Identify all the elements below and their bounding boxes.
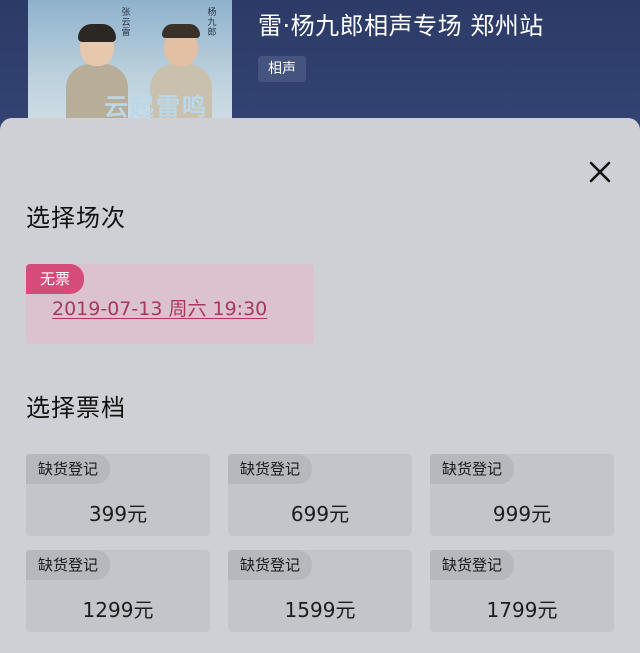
session-section-title: 选择场次 — [26, 204, 126, 232]
poster-logo: 云起雷鸣 — [104, 93, 208, 121]
tier-price: 1599元 — [284, 598, 356, 622]
tier-option-399[interactable]: 缺货登记 399元 — [26, 454, 210, 536]
tier-price: 1299元 — [82, 598, 154, 622]
tier-section-title: 选择票档 — [26, 394, 126, 422]
tier-option-999[interactable]: 缺货登记 999元 — [430, 454, 614, 536]
category-tag: 相声 — [258, 56, 306, 82]
sold-out-badge: 无票 — [26, 264, 85, 294]
tier-price: 999元 — [492, 502, 552, 526]
stock-register-tag: 缺货登记 — [430, 454, 515, 484]
session-datetime: 2019-07-13 周六 19:30 — [52, 298, 268, 320]
tier-option-1299[interactable]: 缺货登记 1299元 — [26, 550, 210, 632]
tier-option-1799[interactable]: 缺货登记 1799元 — [430, 550, 614, 632]
tier-price: 399元 — [88, 502, 148, 526]
ticket-selection-page: 张云雷 杨九郎 云起雷鸣 雷·杨九郎相声专场 郑州站 相声 选择场次 无票 20… — [0, 0, 640, 653]
tier-option-699[interactable]: 缺货登记 699元 — [228, 454, 412, 536]
close-button[interactable] — [582, 154, 618, 190]
stock-register-tag: 缺货登记 — [26, 550, 111, 580]
tier-price: 699元 — [290, 502, 350, 526]
poster-name-right: 杨九郎 — [207, 8, 217, 38]
show-title: 雷·杨九郎相声专场 郑州站 — [258, 12, 544, 40]
tier-option-1599[interactable]: 缺货登记 1599元 — [228, 550, 412, 632]
selection-sheet: 选择场次 无票 2019-07-13 周六 19:30 选择票档 缺货登记 39… — [0, 118, 640, 653]
stock-register-tag: 缺货登记 — [26, 454, 111, 484]
stock-register-tag: 缺货登记 — [228, 454, 313, 484]
stock-register-tag: 缺货登记 — [430, 550, 515, 580]
tier-price: 1799元 — [486, 598, 558, 622]
close-icon — [589, 161, 611, 183]
poster-name-left: 张云雷 — [121, 8, 131, 38]
stock-register-tag: 缺货登记 — [228, 550, 313, 580]
session-option[interactable]: 无票 2019-07-13 周六 19:30 — [26, 264, 314, 344]
